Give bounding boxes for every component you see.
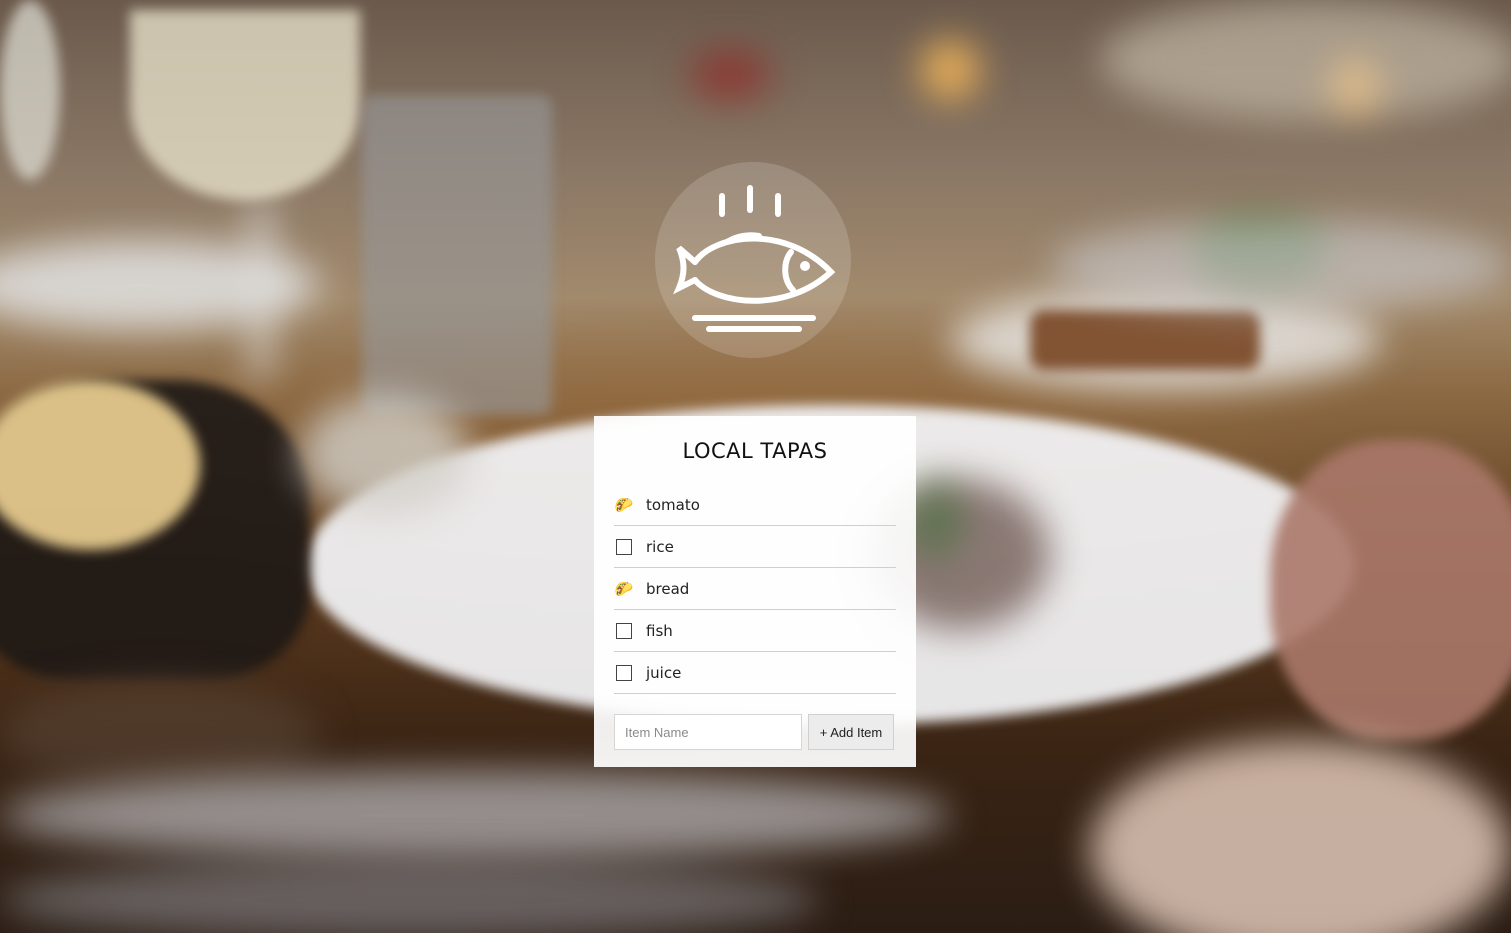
item-name-input[interactable] (614, 714, 802, 750)
checkbox[interactable] (614, 663, 634, 683)
shopping-list-card: LOCAL TAPAS 🌮 tomato rice 🌮 bread fish j… (594, 416, 916, 767)
add-item-button[interactable]: + Add Item (808, 714, 894, 750)
checkbox[interactable] (614, 537, 634, 557)
item-label: fish (646, 621, 673, 640)
list-item[interactable]: 🌮 bread (614, 568, 896, 610)
steaming-fish-on-plate-icon (673, 185, 836, 332)
list-item[interactable]: juice (614, 652, 896, 694)
checkbox[interactable] (614, 621, 634, 641)
add-item-form: + Add Item (614, 714, 896, 750)
item-list: 🌮 tomato rice 🌮 bread fish juice (614, 484, 896, 694)
list-item[interactable]: rice (614, 526, 896, 568)
card-title: LOCAL TAPAS (682, 439, 828, 463)
taco-icon[interactable]: 🌮 (614, 579, 634, 599)
item-label: bread (646, 579, 690, 598)
list-item[interactable]: 🌮 tomato (614, 484, 896, 526)
item-label: tomato (646, 495, 700, 514)
list-item[interactable]: fish (614, 610, 896, 652)
restaurant-logo (655, 162, 851, 358)
taco-icon[interactable]: 🌮 (614, 495, 634, 515)
item-label: juice (646, 663, 682, 682)
item-label: rice (646, 537, 674, 556)
